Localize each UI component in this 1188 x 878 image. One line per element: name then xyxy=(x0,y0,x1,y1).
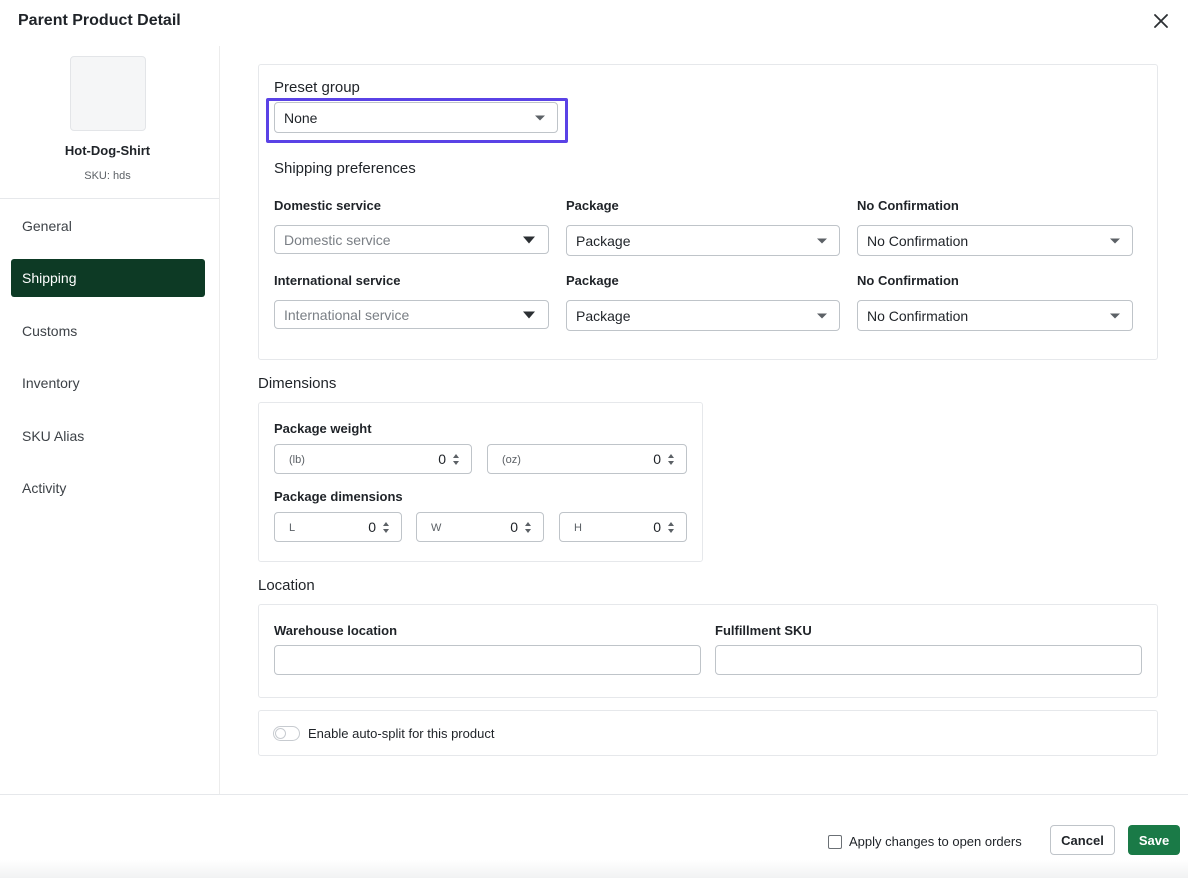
international-package-label: Package xyxy=(566,273,619,288)
sidebar-item-sku-alias[interactable]: SKU Alias xyxy=(11,417,205,455)
weight-lb-value: 0 xyxy=(438,451,446,467)
weight-lb-unit: (lb) xyxy=(289,454,305,466)
international-package-select[interactable]: Package xyxy=(566,300,840,331)
fulfillment-sku-input[interactable] xyxy=(715,645,1142,675)
dimension-height-input[interactable]: H 0 xyxy=(559,512,687,542)
cancel-button[interactable]: Cancel xyxy=(1050,825,1115,855)
dimension-height-unit: H xyxy=(574,522,582,534)
apply-open-orders-checkbox[interactable] xyxy=(828,835,842,849)
chevron-down-icon xyxy=(523,311,535,318)
modal-header: Parent Product Detail xyxy=(0,0,1188,46)
dimension-width-unit: W xyxy=(431,522,442,534)
stepper-icon[interactable] xyxy=(525,520,533,536)
sidebar-item-inventory[interactable]: Inventory xyxy=(11,364,205,402)
warehouse-location-input[interactable] xyxy=(274,645,701,675)
fulfillment-sku-label: Fulfillment SKU xyxy=(715,623,812,638)
product-thumbnail xyxy=(70,56,146,131)
stepper-icon[interactable] xyxy=(668,452,676,468)
chevron-down-icon xyxy=(523,236,535,243)
package-dimensions-label: Package dimensions xyxy=(274,489,403,504)
sidebar-divider xyxy=(0,198,219,199)
save-button[interactable]: Save xyxy=(1128,825,1180,855)
sidebar: Hot-Dog-Shirt SKU: hds General Shipping … xyxy=(0,46,220,794)
dimension-height-value: 0 xyxy=(653,519,661,535)
sidebar-item-label: Shipping xyxy=(22,270,77,286)
domestic-service-placeholder: Domestic service xyxy=(284,231,391,248)
weight-oz-unit: (oz) xyxy=(502,454,521,466)
weight-oz-input[interactable]: (oz) 0 xyxy=(487,444,687,474)
sidebar-item-general[interactable]: General xyxy=(11,207,205,245)
dimension-length-value: 0 xyxy=(368,519,376,535)
toggle-knob xyxy=(275,728,286,739)
footer-shade xyxy=(0,860,1188,878)
sidebar-item-activity[interactable]: Activity xyxy=(11,469,205,507)
package-weight-label: Package weight xyxy=(274,421,372,436)
international-service-label: International service xyxy=(274,273,401,288)
international-package-value: Package xyxy=(576,307,631,324)
stepper-icon[interactable] xyxy=(383,520,391,536)
close-button[interactable] xyxy=(1150,10,1172,32)
international-confirmation-select[interactable]: No Confirmation xyxy=(857,300,1133,331)
weight-oz-value: 0 xyxy=(653,451,661,467)
domestic-confirmation-label: No Confirmation xyxy=(857,198,959,213)
preset-group-heading: Preset group xyxy=(274,79,360,96)
weight-lb-input[interactable]: (lb) 0 xyxy=(274,444,472,474)
domestic-package-value: Package xyxy=(576,232,631,249)
sidebar-item-label: General xyxy=(22,218,72,234)
product-sku-label: SKU: xyxy=(84,170,110,182)
product-sku-value: hds xyxy=(113,170,131,182)
chevron-down-icon xyxy=(1110,238,1120,243)
chevron-down-icon xyxy=(817,238,827,243)
sidebar-item-label: Inventory xyxy=(22,375,80,391)
product-name: Hot-Dog-Shirt xyxy=(64,143,151,158)
modal-title: Parent Product Detail xyxy=(18,12,181,29)
footer-divider xyxy=(0,794,1188,795)
dimension-length-input[interactable]: L 0 xyxy=(274,512,402,542)
international-confirmation-value: No Confirmation xyxy=(867,307,969,324)
international-confirmation-label: No Confirmation xyxy=(857,273,959,288)
focus-highlight xyxy=(266,98,568,143)
product-sku: SKU: hds xyxy=(0,170,215,182)
domestic-package-label: Package xyxy=(566,198,619,213)
domestic-service-select[interactable]: Domestic service xyxy=(274,225,549,254)
international-service-placeholder: International service xyxy=(284,306,410,323)
dimension-length-unit: L xyxy=(289,522,296,534)
shipping-preferences-heading: Shipping preferences xyxy=(274,160,416,177)
close-icon xyxy=(1154,14,1168,28)
location-heading: Location xyxy=(258,577,315,594)
stepper-icon[interactable] xyxy=(668,520,676,536)
dimension-width-value: 0 xyxy=(510,519,518,535)
sidebar-item-customs[interactable]: Customs xyxy=(11,312,205,350)
stepper-icon[interactable] xyxy=(453,452,461,468)
sidebar-item-label: Customs xyxy=(22,323,78,339)
chevron-down-icon xyxy=(817,313,827,318)
sidebar-item-label: SKU Alias xyxy=(22,428,85,444)
apply-open-orders-label[interactable]: Apply changes to open orders xyxy=(849,834,1022,849)
autosplit-toggle[interactable] xyxy=(273,726,300,741)
domestic-package-select[interactable]: Package xyxy=(566,225,840,256)
domestic-service-label: Domestic service xyxy=(274,198,381,213)
sidebar-item-shipping[interactable]: Shipping xyxy=(11,259,205,297)
domestic-confirmation-value: No Confirmation xyxy=(867,232,969,249)
dimension-width-input[interactable]: W 0 xyxy=(416,512,544,542)
warehouse-location-label: Warehouse location xyxy=(274,623,398,638)
domestic-confirmation-select[interactable]: No Confirmation xyxy=(857,225,1133,256)
chevron-down-icon xyxy=(1110,313,1120,318)
sidebar-item-label: Activity xyxy=(22,480,67,496)
autosplit-label: Enable auto-split for this product xyxy=(308,726,495,741)
international-service-select[interactable]: International service xyxy=(274,300,549,329)
dimensions-heading: Dimensions xyxy=(258,375,337,392)
